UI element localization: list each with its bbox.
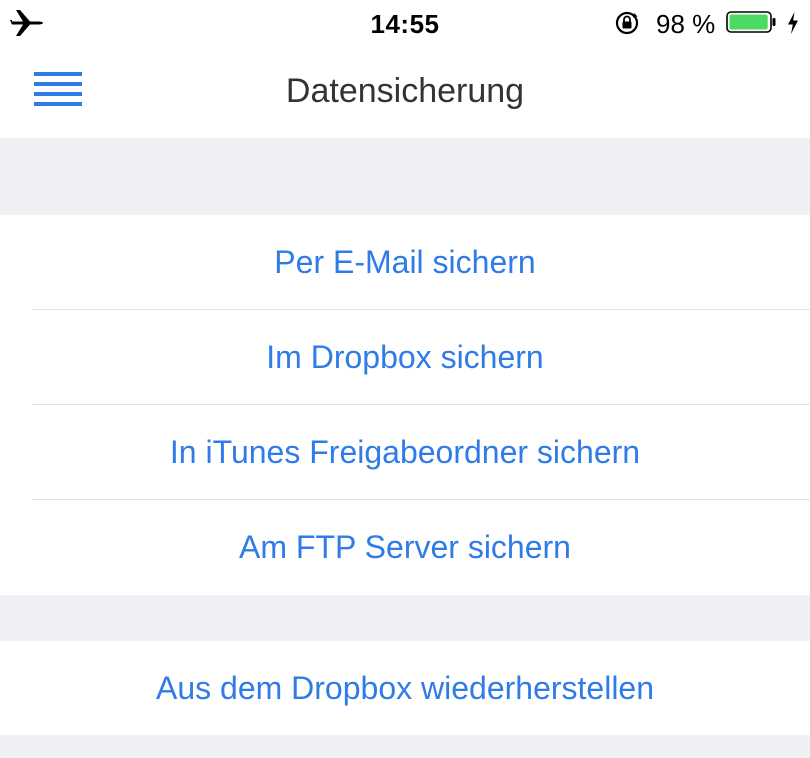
status-bar: 14:55 98 % (0, 0, 810, 46)
battery-percentage: 98 % (656, 9, 716, 39)
backup-options-group: Per E-Mail sichern Im Dropbox sichern In… (0, 215, 810, 595)
rotation-lock-icon (615, 11, 639, 35)
navigation-bar: Datensicherung (0, 46, 810, 138)
backup-dropbox-button[interactable]: Im Dropbox sichern (0, 310, 810, 405)
backup-email-button[interactable]: Per E-Mail sichern (0, 215, 810, 310)
battery-icon (726, 11, 776, 33)
restore-dropbox-button[interactable]: Aus dem Dropbox wiederherstellen (0, 641, 810, 735)
backup-ftp-button[interactable]: Am FTP Server sichern (0, 500, 810, 595)
page-title: Datensicherung (285, 72, 525, 110)
restore-options-group: Aus dem Dropbox wiederherstellen (0, 641, 810, 735)
charging-bolt-icon (788, 12, 798, 34)
backup-itunes-button[interactable]: In iTunes Freigabeordner sichern (0, 405, 810, 500)
